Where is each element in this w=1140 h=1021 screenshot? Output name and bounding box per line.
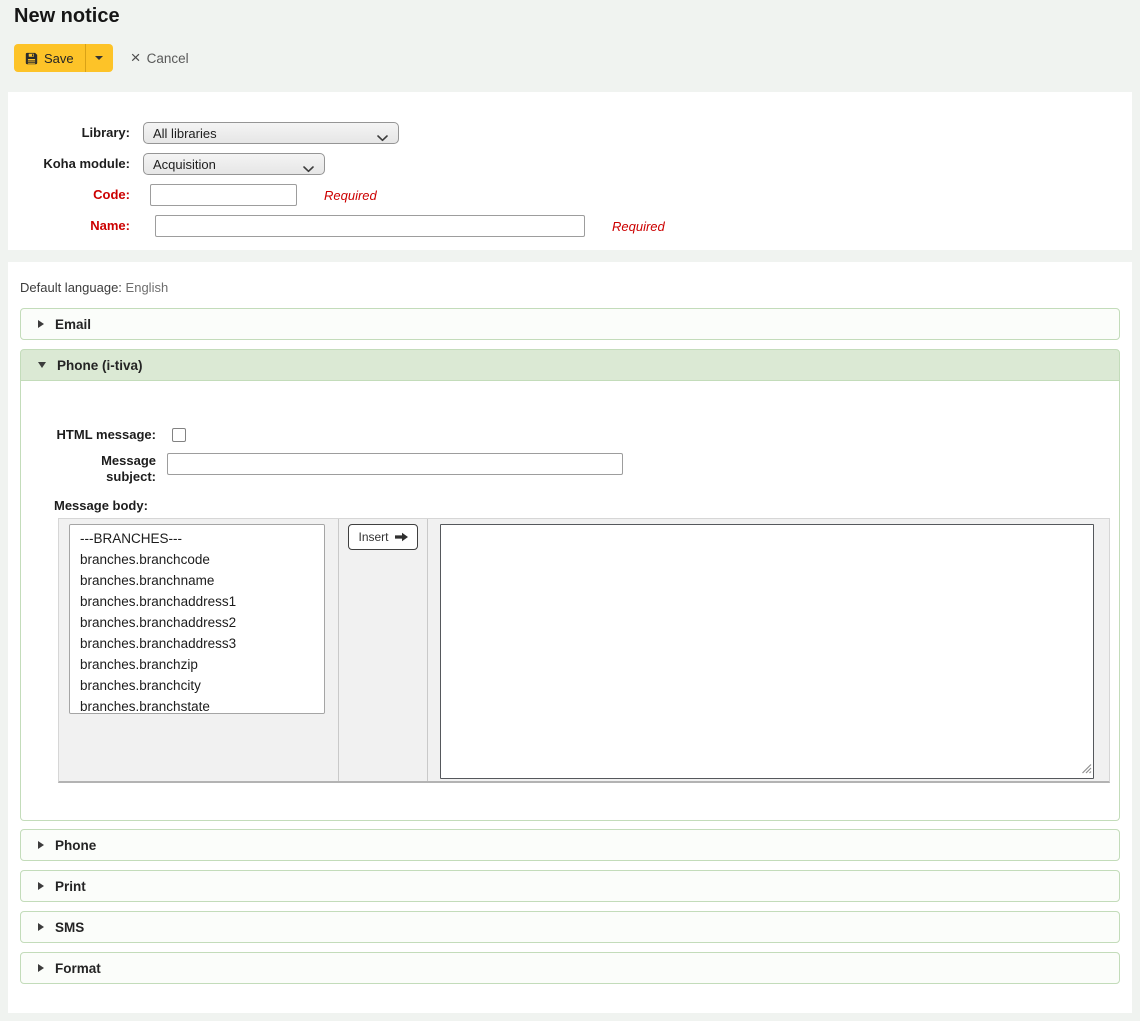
section-title-phone: Phone [55, 838, 96, 853]
section-header-email[interactable]: Email [20, 308, 1120, 340]
triangle-right-icon [38, 923, 44, 931]
library-select-value: All libraries [153, 126, 217, 141]
section-header-sms[interactable]: SMS [20, 911, 1120, 943]
default-language-value: English [126, 280, 169, 295]
cancel-button-label: Cancel [147, 51, 189, 66]
list-item[interactable]: branches.branchaddress2 [70, 612, 324, 633]
koha-module-select-value: Acquisition [153, 157, 216, 172]
section-title-email: Email [55, 317, 91, 332]
save-button-label: Save [44, 51, 74, 66]
default-language-label: Default language: [20, 280, 122, 295]
triangle-right-icon [38, 964, 44, 972]
name-required-note: Required [612, 215, 665, 237]
list-item[interactable]: ---BRANCHES--- [70, 528, 324, 549]
message-subject-row: Message subject: [21, 453, 1119, 485]
cancel-button[interactable]: × Cancel [131, 51, 189, 66]
save-split-button: Save [14, 44, 113, 72]
section-header-phone[interactable]: Phone [20, 829, 1120, 861]
name-input[interactable] [155, 215, 585, 237]
arrow-right-icon [395, 532, 408, 542]
insert-button[interactable]: Insert [348, 524, 417, 550]
message-subject-label: Message subject: [21, 453, 156, 485]
module-row: Koha module: Acquisition [8, 153, 1132, 175]
insert-cell: Insert [339, 519, 428, 781]
placeholder-fields-cell: ---BRANCHES--- branches.branchcode branc… [59, 519, 339, 781]
notice-properties-panel: Library: All libraries Koha module: Acqu… [8, 92, 1132, 250]
koha-module-label: Koha module: [8, 153, 130, 174]
list-item[interactable]: branches.branchname [70, 570, 324, 591]
triangle-down-icon [38, 362, 46, 368]
code-row: Code: Required [8, 184, 1132, 206]
list-item[interactable]: branches.branchaddress1 [70, 591, 324, 612]
default-language-bar: Default language: English [20, 280, 1120, 295]
chevron-down-icon [303, 161, 314, 176]
section-header-format[interactable]: Format [20, 952, 1120, 984]
section-title-sms: SMS [55, 920, 84, 935]
list-item[interactable]: branches.branchstate [70, 696, 324, 714]
save-button[interactable]: Save [14, 44, 86, 72]
library-select[interactable]: All libraries [143, 122, 399, 144]
section-header-phone-itiva[interactable]: Phone (i-tiva) [20, 349, 1120, 381]
insert-button-label: Insert [358, 530, 388, 544]
html-message-label: HTML message: [21, 427, 156, 443]
triangle-right-icon [38, 320, 44, 328]
notice-templates-panel: Default language: English Email Phone (i… [8, 262, 1132, 1013]
message-body-cell [428, 519, 1109, 781]
koha-module-select[interactable]: Acquisition [143, 153, 325, 175]
placeholder-fields-listbox[interactable]: ---BRANCHES--- branches.branchcode branc… [69, 524, 325, 714]
list-item[interactable]: branches.branchzip [70, 654, 324, 675]
page-title: New notice [0, 0, 1140, 27]
message-subject-input[interactable] [167, 453, 623, 475]
caret-down-icon [95, 56, 103, 60]
html-message-checkbox[interactable] [172, 428, 186, 442]
toolbar: Save × Cancel [14, 44, 1140, 72]
message-body-label: Message body: [21, 498, 1119, 513]
save-dropdown-toggle[interactable] [86, 44, 113, 72]
html-message-row: HTML message: [21, 427, 1119, 443]
code-required-note: Required [324, 184, 377, 206]
library-label: Library: [8, 122, 130, 143]
section-title-format: Format [55, 961, 101, 976]
message-body-textarea[interactable] [440, 524, 1094, 779]
code-label: Code: [8, 184, 130, 205]
name-label: Name: [8, 215, 130, 236]
save-icon [25, 52, 38, 65]
message-body-editor: ---BRANCHES--- branches.branchcode branc… [58, 518, 1110, 783]
list-item[interactable]: branches.branchcity [70, 675, 324, 696]
section-header-print[interactable]: Print [20, 870, 1120, 902]
section-title-print: Print [55, 879, 86, 894]
name-row: Name: Required [8, 215, 1132, 237]
triangle-right-icon [38, 882, 44, 890]
list-item[interactable]: branches.branchaddress3 [70, 633, 324, 654]
phone-itiva-editor: HTML message: Message subject: Message b… [20, 381, 1120, 821]
section-title-phone-itiva: Phone (i-tiva) [57, 358, 143, 373]
list-item[interactable]: branches.branchcode [70, 549, 324, 570]
triangle-right-icon [38, 841, 44, 849]
library-row: Library: All libraries [8, 122, 1132, 144]
chevron-down-icon [377, 130, 388, 145]
code-input[interactable] [150, 184, 297, 206]
close-icon: × [131, 51, 141, 65]
